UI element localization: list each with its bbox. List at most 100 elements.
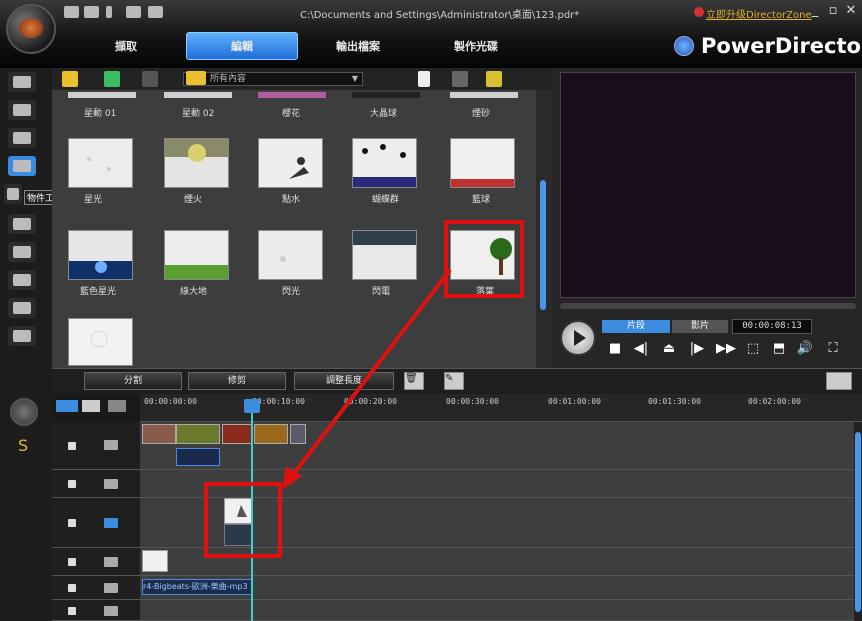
undock-button[interactable]: ⬒ (770, 341, 788, 357)
new-project-icon[interactable] (64, 6, 79, 18)
timeline-view-button[interactable] (56, 400, 78, 412)
magic-icon[interactable]: S (18, 436, 28, 455)
library-item-label: 星動 01 (84, 109, 117, 119)
music-track[interactable] (140, 600, 854, 621)
storm-particle-icon (353, 231, 416, 279)
media-room-button[interactable] (8, 72, 36, 92)
lock-icon[interactable] (68, 442, 76, 450)
lock-icon[interactable] (68, 519, 76, 527)
fit-timeline-button[interactable] (826, 372, 852, 390)
storyboard-view-button[interactable] (82, 400, 100, 412)
previous-frame-button[interactable]: ◀| (632, 341, 650, 357)
next-frame-button[interactable]: |▶ (688, 341, 706, 357)
designer-icon[interactable] (142, 71, 158, 87)
lock-icon[interactable] (68, 480, 76, 488)
preview-seek-slider[interactable] (560, 303, 856, 309)
timeline-clip[interactable] (290, 424, 306, 444)
library-item-grassland[interactable] (164, 230, 229, 280)
title-clip[interactable] (142, 550, 168, 572)
timeline-clip[interactable] (176, 424, 220, 444)
snapshot-button[interactable]: ⏏ (660, 341, 678, 357)
chapter-room-button[interactable] (8, 298, 36, 318)
open-folder-icon[interactable] (148, 6, 163, 18)
library-item-label: 蝴蝶群 (372, 195, 400, 205)
chevron-down-icon: ▼ (351, 74, 358, 83)
pip-room-button[interactable] (8, 128, 36, 148)
tab-create-disc[interactable]: 製作光碟 (420, 32, 532, 60)
delete-button[interactable]: 🗑 (404, 372, 424, 390)
zoom-icon[interactable] (108, 400, 126, 412)
subtitle-room-button[interactable] (8, 326, 36, 346)
tab-edit[interactable]: 編輯 (186, 32, 298, 60)
document-icon[interactable] (418, 71, 430, 87)
library-scrollbar[interactable] (536, 90, 552, 368)
preview-mode-button[interactable]: ⬚ (744, 341, 762, 357)
timeline-clip[interactable] (222, 424, 252, 444)
library-item-partial[interactable] (164, 92, 232, 98)
close-button[interactable]: ✕ (844, 3, 858, 18)
fast-forward-button[interactable]: ▶▶ (716, 341, 736, 357)
timeline-clip[interactable] (142, 424, 176, 444)
library-item-partial[interactable] (450, 92, 518, 98)
library-item-fireworks[interactable] (164, 138, 229, 188)
minimize-button[interactable]: _ (808, 3, 822, 18)
voice-over-button[interactable] (8, 270, 36, 290)
library-item-partial[interactable] (352, 92, 420, 98)
trim-button[interactable]: 修剪 (188, 372, 286, 390)
library-item-lightning[interactable] (352, 230, 417, 280)
sort-icon[interactable] (452, 71, 468, 87)
particle-room-button[interactable] (8, 156, 36, 176)
music-track-header (52, 600, 140, 621)
audio-mixing-button[interactable] (8, 242, 36, 262)
play-button[interactable] (560, 320, 596, 356)
library-item-butterflies[interactable] (352, 138, 417, 188)
library-item-partial[interactable] (258, 92, 326, 98)
firework-particle-icon (165, 139, 228, 187)
library-item-label: 星光 (84, 195, 103, 205)
effect-room-button[interactable] (8, 100, 36, 120)
playhead-handle[interactable] (244, 399, 260, 413)
brand-icon (674, 36, 694, 56)
view-grid-icon[interactable] (486, 71, 502, 87)
stop-button[interactable]: ■ (606, 341, 624, 357)
clip-mode-button[interactable]: 片段 (602, 320, 670, 333)
timeline-clip[interactable] (254, 424, 288, 444)
library-filter-dropdown[interactable]: 所有內容 ▼ (183, 72, 363, 86)
movie-mode-button[interactable]: 影片 (672, 320, 728, 333)
save-icon[interactable] (126, 6, 141, 18)
transition-room-button[interactable] (8, 214, 36, 234)
lock-icon[interactable] (68, 584, 76, 592)
download-icon[interactable] (104, 71, 120, 87)
restore-button[interactable]: ▫ (826, 3, 840, 18)
upgrade-link[interactable]: 立即升级DirectorZone (706, 6, 812, 21)
library-item-partial[interactable] (68, 92, 136, 98)
title-room-button[interactable] (4, 184, 22, 204)
library-item-ball[interactable] (450, 138, 515, 188)
grass-particle-icon (165, 231, 228, 279)
volume-button[interactable]: 🔊 (796, 341, 814, 357)
lock-icon[interactable] (68, 558, 76, 566)
lock-icon[interactable] (68, 607, 76, 615)
tab-produce[interactable]: 輸出檔案 (302, 32, 414, 60)
edit-clip-button[interactable]: ✎ (444, 372, 464, 390)
library-item-flash[interactable] (258, 230, 323, 280)
split-button[interactable]: 分割 (84, 372, 182, 390)
undo-icon[interactable] (84, 6, 99, 18)
tab-capture[interactable]: 擷取 (70, 32, 182, 60)
timecode-display[interactable]: 00:00:08:13 (732, 319, 812, 334)
storyboard-toggle-icon[interactable] (10, 398, 38, 426)
fullscreen-button[interactable]: ⛶ (824, 341, 842, 357)
library-item-starlight[interactable] (68, 138, 133, 188)
audio-clip[interactable]: r4-Bigbeats-歐洲-樂曲-mp3 (142, 579, 252, 595)
library-item-label: 閃光 (282, 287, 301, 297)
adjust-duration-button[interactable]: 調整長度 (294, 372, 394, 390)
library-item-drops[interactable] (258, 138, 323, 188)
timeline-scrollbar[interactable] (854, 422, 862, 621)
library-item-green-pattern[interactable] (68, 318, 133, 366)
ruler-tick: 00:00:20:00 (344, 397, 397, 406)
clip-audio-waveform[interactable] (176, 448, 220, 466)
separator-icon (106, 6, 112, 18)
library-item-blue-star[interactable] (68, 230, 133, 280)
app-logo[interactable] (6, 4, 56, 54)
import-folder-icon[interactable] (62, 71, 78, 87)
